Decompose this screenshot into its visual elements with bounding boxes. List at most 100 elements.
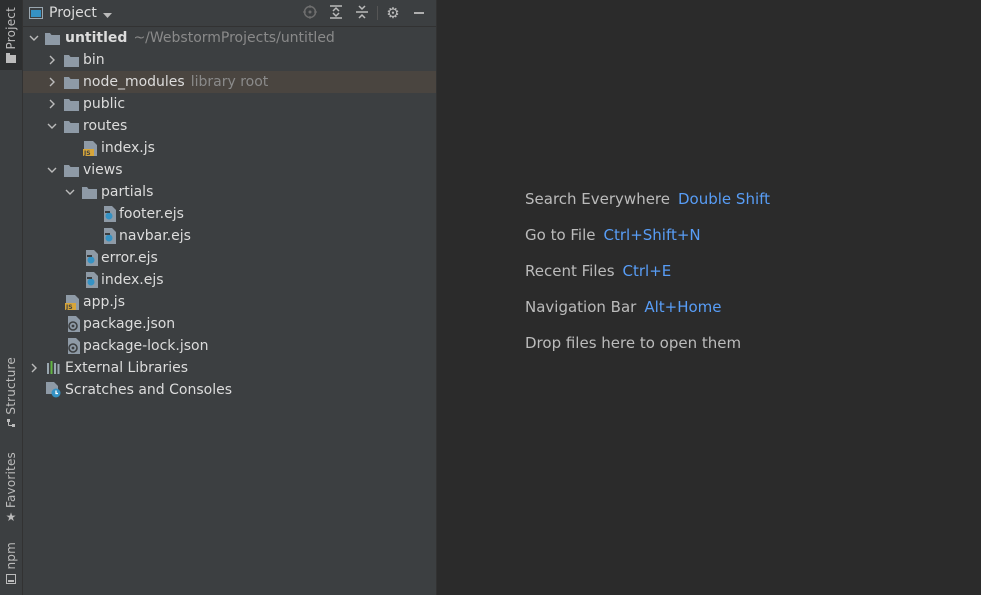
hint-shortcut[interactable]: Double Shift: [678, 190, 770, 208]
hint-label: Search Everywhere: [525, 190, 670, 208]
json-file-icon: [65, 316, 81, 332]
library-icon: [45, 360, 61, 376]
hint-navigation-bar: Navigation Bar Alt+Home: [525, 298, 722, 316]
expand-all-icon: [329, 4, 343, 23]
folder-icon: [63, 162, 79, 178]
crosshair-icon: [303, 4, 317, 23]
js-file-icon: JS: [82, 140, 98, 156]
tree-row-scratches[interactable]: Scratches and Consoles: [23, 379, 436, 401]
ejs-file-icon: [83, 272, 99, 288]
ejs-file-icon: [83, 250, 99, 266]
tree-row-package[interactable]: package.json: [23, 313, 436, 335]
tree-row-app[interactable]: JS app.js: [23, 291, 436, 313]
hint-shortcut[interactable]: Alt+Home: [644, 298, 721, 316]
minimize-icon: [413, 4, 425, 23]
file-label: index.js: [101, 140, 155, 156]
chevron-down-icon[interactable]: [47, 121, 57, 131]
npm-tab-label: npm: [4, 542, 18, 570]
folder-icon: [63, 118, 79, 134]
tree-row-routes-index[interactable]: JS index.js: [23, 137, 436, 159]
favorites-tool-tab[interactable]: Favorites ★: [0, 448, 22, 526]
scratches-icon: [45, 382, 61, 398]
hint-label: Go to File: [525, 226, 596, 244]
folder-label: routes: [83, 118, 128, 134]
structure-icon: [6, 418, 16, 428]
tree-row-root[interactable]: untitled ~/WebstormProjects/untitled: [23, 27, 436, 49]
folder-icon: [63, 74, 79, 90]
folder-label: public: [83, 96, 126, 112]
locate-file-button[interactable]: [297, 0, 323, 26]
tree-row-footer[interactable]: footer.ejs: [23, 203, 436, 225]
chevron-down-icon[interactable]: [47, 165, 57, 175]
chevron-down-icon: [102, 4, 112, 23]
folder-label: views: [83, 162, 123, 178]
panel-title: Project: [49, 5, 97, 21]
hint-label: Recent Files: [525, 262, 615, 280]
tree-row-views[interactable]: views: [23, 159, 436, 181]
ejs-file-icon: [101, 206, 117, 222]
chevron-right-icon[interactable]: [47, 55, 57, 65]
chevron-right-icon[interactable]: [29, 363, 39, 373]
hint-shortcut[interactable]: Ctrl+E: [623, 262, 672, 280]
chevron-down-icon[interactable]: [29, 33, 39, 43]
root-label: untitled ~/WebstormProjects/untitled: [65, 30, 335, 46]
settings-button[interactable]: ⚙: [380, 0, 406, 26]
structure-tool-tab[interactable]: Structure: [0, 355, 22, 430]
tree-row-node-modules[interactable]: node_modules library root: [23, 71, 436, 93]
npm-tool-tab[interactable]: npm: [0, 538, 22, 588]
star-icon: ★: [5, 510, 17, 524]
tree-row-partials[interactable]: partials: [23, 181, 436, 203]
file-label: error.ejs: [101, 250, 158, 266]
expand-all-button[interactable]: [323, 0, 349, 26]
scratches-label: Scratches and Consoles: [65, 382, 232, 398]
hide-panel-button[interactable]: [406, 0, 432, 26]
collapse-all-icon: [355, 4, 369, 23]
project-view-selector[interactable]: Project: [29, 4, 112, 23]
hint-drop-files: Drop files here to open them: [525, 334, 741, 352]
tool-window-strip: Project Structure Favorites ★ npm: [0, 0, 23, 595]
svg-text:JS: JS: [65, 304, 73, 310]
tree-row-bin[interactable]: bin: [23, 49, 436, 71]
js-file-icon: JS: [64, 294, 80, 310]
tree-row-external-libraries[interactable]: External Libraries: [23, 357, 436, 379]
folder-icon: [63, 96, 79, 112]
external-libraries-label: External Libraries: [65, 360, 188, 376]
project-name: untitled: [65, 30, 128, 46]
tree-row-views-index[interactable]: index.ejs: [23, 269, 436, 291]
tree-row-routes[interactable]: routes: [23, 115, 436, 137]
folder-icon: [44, 30, 60, 46]
gear-icon: ⚙: [386, 3, 400, 22]
project-tab-label: Project: [4, 6, 18, 50]
folder-label: bin: [83, 52, 105, 68]
hint-recent-files: Recent Files Ctrl+E: [525, 262, 671, 280]
hint-go-to-file: Go to File Ctrl+Shift+N: [525, 226, 701, 244]
project-path: ~/WebstormProjects/untitled: [133, 30, 335, 46]
tree-row-public[interactable]: public: [23, 93, 436, 115]
project-panel: Project ⚙ untitled ~/WebstormProjects/un…: [23, 0, 437, 595]
file-label: index.ejs: [101, 272, 164, 288]
file-label: package.json: [83, 316, 176, 332]
npm-icon: [6, 573, 16, 584]
collapse-all-button[interactable]: [349, 0, 375, 26]
project-tool-tab[interactable]: Project: [0, 0, 22, 70]
folder-icon: [81, 184, 97, 200]
chevron-right-icon[interactable]: [47, 77, 57, 87]
hint-shortcut[interactable]: Ctrl+Shift+N: [604, 226, 701, 244]
toolbar-divider: [377, 6, 378, 20]
file-label: app.js: [83, 294, 125, 310]
library-root-hint: library root: [190, 74, 269, 90]
chevron-down-icon[interactable]: [65, 187, 75, 197]
svg-text:JS: JS: [83, 150, 91, 156]
project-window-icon: [29, 4, 43, 23]
ejs-file-icon: [101, 228, 117, 244]
panel-toolbar: ⚙: [297, 0, 432, 26]
node-modules-label: node_modules library root: [83, 74, 268, 90]
chevron-right-icon[interactable]: [47, 99, 57, 109]
favorites-tab-label: Favorites: [4, 451, 18, 508]
file-label: navbar.ejs: [119, 228, 191, 244]
structure-tab-label: Structure: [4, 356, 18, 415]
tree-row-navbar[interactable]: navbar.ejs: [23, 225, 436, 247]
tree-row-error[interactable]: error.ejs: [23, 247, 436, 269]
folder-icon: [63, 52, 79, 68]
tree-row-package-lock[interactable]: package-lock.json: [23, 335, 436, 357]
